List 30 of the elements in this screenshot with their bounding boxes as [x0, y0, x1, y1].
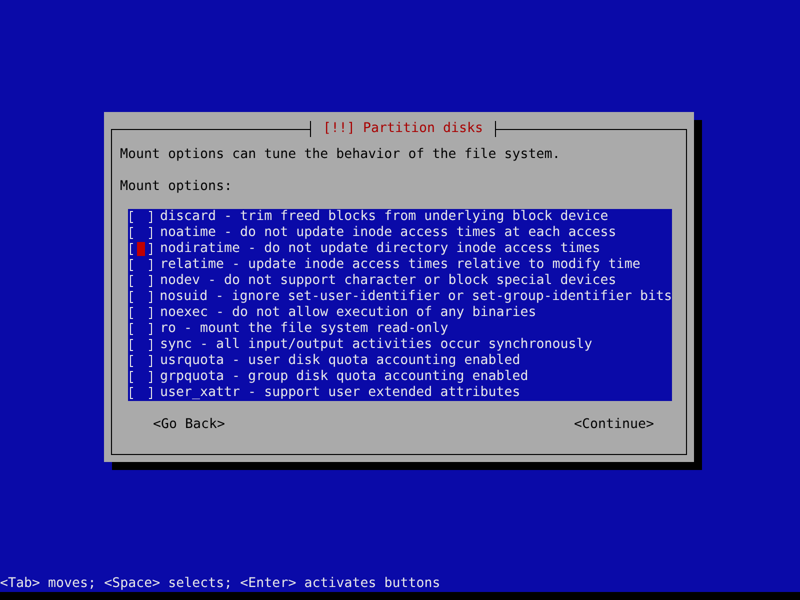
option-label[interactable]: noexec - do not allow execution of any binaries: [160, 305, 536, 321]
option-label[interactable]: relatime - update inode access times relative to modify time: [160, 257, 640, 273]
checkbox[interactable]: [128, 257, 152, 273]
dialog-title: [!!] Partition disks: [310, 121, 496, 137]
option-label[interactable]: nodiratime - do not update directory inode access times: [160, 241, 600, 257]
checkbox[interactable]: [128, 209, 152, 225]
checkbox[interactable]: [128, 225, 152, 241]
checkbox[interactable]: [128, 321, 152, 337]
checkbox[interactable]: [128, 353, 152, 369]
option-label[interactable]: grpquota - group disk quota accounting enabled: [160, 369, 528, 385]
option-label[interactable]: sync - all input/output activities occur synchronously: [160, 337, 592, 353]
option-label[interactable]: usrquota - user disk quota accounting enabled: [160, 353, 520, 369]
option-label[interactable]: nodev - do not support character or block special devices: [160, 273, 616, 289]
option-label[interactable]: user_xattr - support user extended attributes: [160, 385, 520, 401]
option-label[interactable]: ro - mount the file system read-only: [160, 321, 448, 337]
checkbox[interactable]: [128, 385, 152, 401]
checkbox[interactable]: [128, 289, 152, 305]
help-text: <Tab> moves; <Space> selects; <Enter> activates buttons: [0, 576, 442, 592]
checkbox[interactable]: [128, 305, 152, 321]
checkbox[interactable]: [128, 273, 152, 289]
checkbox[interactable]: [128, 241, 152, 257]
option-label[interactable]: noatime - do not update inode access times at each access: [160, 225, 616, 241]
list-label: Mount options:: [120, 179, 234, 195]
option-label[interactable]: discard - trim freed blocks from underlying block device: [160, 209, 608, 225]
checkbox[interactable]: [128, 369, 152, 385]
dialog-button[interactable]: <Continue>: [574, 417, 654, 433]
description-text: Mount options can tune the behavior of the file system.: [120, 147, 562, 163]
option-label[interactable]: nosuid - ignore set-user-identifier or set-group-identifier bits: [160, 289, 672, 305]
checkbox[interactable]: [128, 337, 152, 353]
dialog-button[interactable]: <Go Back>: [153, 417, 226, 433]
